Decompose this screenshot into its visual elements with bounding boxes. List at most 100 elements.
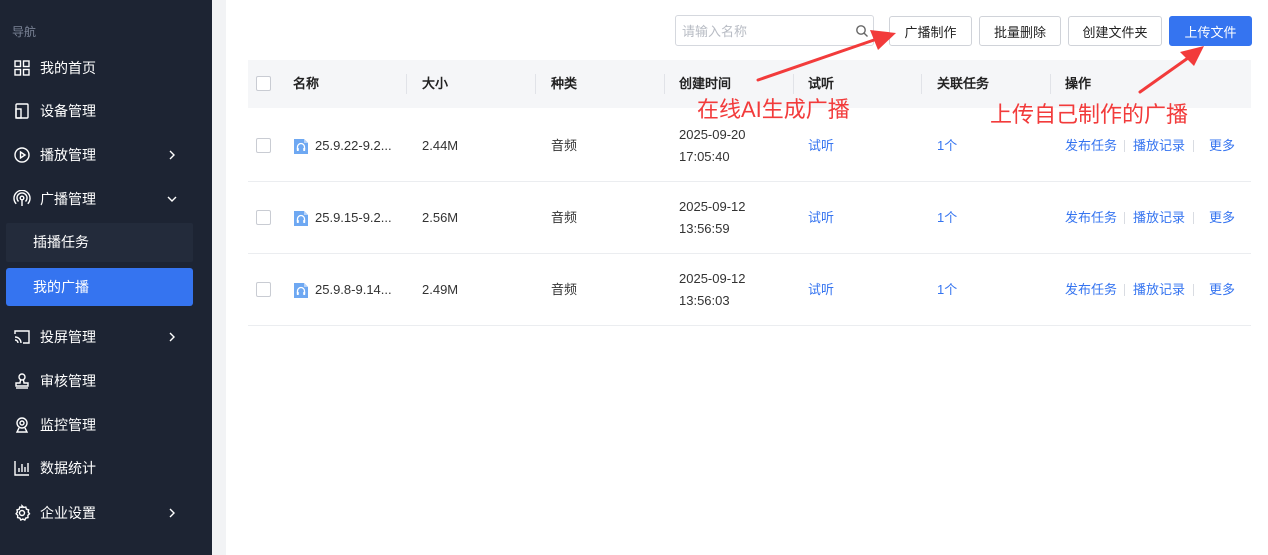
table-row[interactable]: 25.9.8-9.14... 2.49M 音频 2025-09-12 13:56…: [248, 254, 1251, 326]
action-divider: [1193, 212, 1194, 224]
more-link[interactable]: 更多: [1209, 210, 1235, 226]
audio-file-icon: [294, 139, 308, 154]
webcam-icon: [15, 417, 29, 433]
created-time: 13:56:03: [679, 293, 730, 308]
sidebar-item-broadcast[interactable]: 广播管理: [0, 179, 212, 219]
column-header-created: 创建时间: [679, 76, 732, 91]
search-input[interactable]: [682, 22, 847, 40]
created-date: 2025-09-20: [679, 127, 746, 142]
created-time: 17:05:40: [679, 149, 730, 164]
file-size: 2.44M: [422, 138, 459, 153]
row-checkbox[interactable]: [256, 210, 271, 225]
column-header-tasks: 关联任务: [937, 76, 990, 91]
sidebar-item-label: 审核管理: [40, 373, 96, 389]
action-divider: [1124, 140, 1125, 152]
device-icon: [15, 103, 29, 119]
audio-file-icon: [294, 211, 308, 226]
sidebar-item-screen-cast[interactable]: 投屏管理: [0, 317, 212, 357]
chevron-right-icon: [169, 508, 175, 518]
batch-delete-button[interactable]: 批量删除: [979, 16, 1061, 46]
sidebar-item-enterprise-settings[interactable]: 企业设置: [0, 493, 212, 533]
preview-link[interactable]: 试听: [808, 210, 834, 226]
more-link[interactable]: 更多: [1209, 282, 1235, 298]
sidebar-item-label: 我的首页: [40, 60, 96, 76]
annotation-ai-generate: 在线AI生成广播: [697, 97, 850, 122]
stamp-icon: [15, 373, 29, 389]
select-all-checkbox[interactable]: [256, 76, 271, 91]
row-checkbox[interactable]: [256, 138, 271, 153]
sidebar-item-label: 企业设置: [40, 505, 96, 521]
sidebar-item-label: 设备管理: [40, 103, 96, 119]
play-records-link[interactable]: 播放记录: [1133, 282, 1185, 298]
column-header-name: 名称: [293, 76, 320, 91]
submenu-item-label: 插播任务: [33, 234, 89, 250]
column-divider: [1050, 74, 1051, 94]
nav-title: 导航: [12, 25, 37, 39]
file-name[interactable]: 25.9.15-9.2...: [315, 210, 392, 226]
sidebar-item-monitor[interactable]: 监控管理: [0, 405, 212, 445]
row-checkbox[interactable]: [256, 282, 271, 297]
grid-icon: [14, 60, 30, 76]
preview-link[interactable]: 试听: [808, 282, 834, 298]
search-box: [675, 15, 874, 46]
created-date: 2025-09-12: [679, 271, 746, 286]
file-size: 2.56M: [422, 210, 459, 225]
file-name[interactable]: 25.9.8-9.14...: [315, 282, 392, 298]
sidebar-item-label: 广播管理: [40, 191, 96, 207]
column-divider: [921, 74, 922, 94]
sidebar-item-label: 数据统计: [40, 460, 96, 476]
play-circle-icon: [14, 147, 30, 163]
column-divider: [793, 74, 794, 94]
publish-task-link[interactable]: 发布任务: [1065, 282, 1117, 298]
search-icon[interactable]: [855, 24, 869, 38]
related-tasks-link[interactable]: 1个: [937, 282, 957, 298]
sidebar-item-playback[interactable]: 播放管理: [0, 135, 212, 175]
column-header-actions: 操作: [1065, 76, 1092, 91]
sidebar-item-label: 播放管理: [40, 147, 96, 163]
sidebar-item-statistics[interactable]: 数据统计: [0, 448, 212, 488]
cast-icon: [14, 330, 30, 344]
related-tasks-link[interactable]: 1个: [937, 138, 957, 154]
preview-link[interactable]: 试听: [808, 138, 834, 154]
sidebar-item-label: 投屏管理: [40, 329, 96, 345]
action-divider: [1124, 212, 1125, 224]
sidebar-item-review[interactable]: 审核管理: [0, 361, 212, 401]
submenu-item-label: 我的广播: [33, 279, 89, 295]
column-divider: [664, 74, 665, 94]
app-window: 导航 我的首页 设备管理 播放管理 广播管理 插播任务 我的广播 投屏管理 审核…: [0, 0, 1268, 555]
action-divider: [1193, 284, 1194, 296]
column-header-preview: 试听: [808, 76, 835, 91]
audio-file-icon: [294, 283, 308, 298]
created-time: 13:56:59: [679, 221, 730, 236]
file-size: 2.49M: [422, 282, 459, 297]
created-date: 2025-09-12: [679, 199, 746, 214]
action-divider: [1193, 140, 1194, 152]
related-tasks-link[interactable]: 1个: [937, 210, 957, 226]
more-link[interactable]: 更多: [1209, 138, 1235, 154]
play-records-link[interactable]: 播放记录: [1133, 138, 1185, 154]
sidebar-item-label: 监控管理: [40, 417, 96, 433]
file-name[interactable]: 25.9.22-9.2...: [315, 138, 392, 154]
column-divider: [406, 74, 407, 94]
column-header-type: 种类: [551, 76, 578, 91]
play-records-link[interactable]: 播放记录: [1133, 210, 1185, 226]
chevron-right-icon: [169, 332, 175, 342]
produce-broadcast-button[interactable]: 广播制作: [889, 16, 972, 46]
submenu-item-insert-task[interactable]: 插播任务: [6, 223, 193, 261]
sidebar-item-devices[interactable]: 设备管理: [0, 91, 212, 131]
submenu-item-my-broadcast[interactable]: 我的广播: [6, 268, 193, 306]
publish-task-link[interactable]: 发布任务: [1065, 210, 1117, 226]
publish-task-link[interactable]: 发布任务: [1065, 138, 1117, 154]
column-header-size: 大小: [422, 76, 449, 91]
sidebar-item-home[interactable]: 我的首页: [0, 48, 212, 88]
chevron-right-icon: [169, 150, 175, 160]
action-divider: [1124, 284, 1125, 296]
broadcast-icon: [13, 190, 31, 206]
chevron-down-icon: [167, 196, 177, 202]
create-folder-button[interactable]: 创建文件夹: [1068, 16, 1162, 46]
upload-file-button[interactable]: 上传文件: [1169, 16, 1252, 46]
file-type: 音频: [551, 282, 578, 297]
table-row[interactable]: 25.9.15-9.2... 2.56M 音频 2025-09-12 13:56…: [248, 182, 1251, 254]
file-type: 音频: [551, 138, 578, 153]
column-divider: [535, 74, 536, 94]
